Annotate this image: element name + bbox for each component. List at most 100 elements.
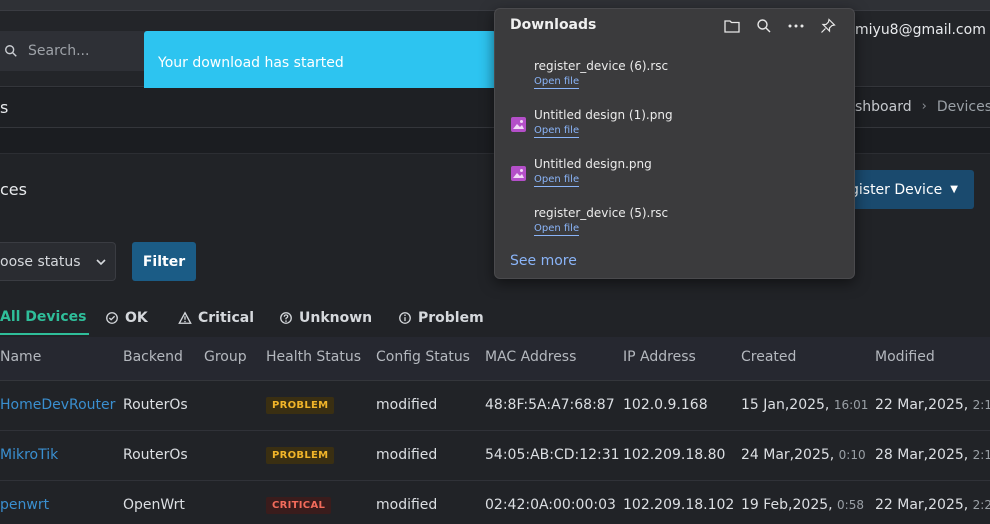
cell-mac: 54:05:AB:CD:12:31 (485, 447, 620, 463)
tab-critical[interactable]: Critical (178, 300, 254, 335)
cell-ip: 102.209.18.102 (623, 497, 735, 513)
download-item[interactable]: Untitled design (1).png Open file (495, 102, 856, 150)
breadcrumb-separator-icon: › (921, 99, 927, 114)
panel-title: ces (0, 180, 27, 199)
cell-config-status: modified (376, 397, 438, 413)
cell-config-status: modified (376, 447, 438, 463)
device-name-link[interactable]: MikroTik (0, 447, 58, 463)
cell-config-status: modified (376, 497, 438, 513)
downloads-toolbar (723, 17, 837, 35)
cell-modified: 28 Mar,2025, 2:18 (875, 447, 990, 463)
column-header-config-status[interactable]: Config Status (376, 349, 470, 365)
folder-icon[interactable] (723, 17, 741, 35)
tab-label: Problem (418, 309, 484, 326)
warning-triangle-icon (178, 310, 192, 324)
cell-created: 24 Mar,2025, 0:10 (741, 447, 866, 463)
modified-time: 2:18 (972, 448, 990, 462)
column-header-backend[interactable]: Backend (123, 349, 183, 365)
register-device-label: gister Device (850, 181, 943, 198)
download-file-name: register_device (6).rsc (534, 59, 669, 73)
modified-time: 2:23 (972, 498, 990, 512)
cell-backend: OpenWrt (123, 497, 185, 513)
open-file-link[interactable]: Open file (534, 174, 580, 187)
tab-label: Critical (198, 309, 255, 326)
cell-mac: 02:42:0A:00:00:03 (485, 497, 616, 513)
see-more-link[interactable]: See more (510, 253, 577, 269)
column-header-ip-address[interactable]: IP Address (623, 349, 696, 365)
download-item[interactable]: Untitled design.png Open file (495, 151, 856, 199)
tab-unknown[interactable]: Unknown (279, 300, 372, 335)
download-item[interactable]: register_device (5).rsc Open file (495, 200, 856, 248)
modified-date: 28 Mar,2025, (875, 447, 969, 463)
filter-button[interactable]: Filter (132, 242, 196, 281)
table-row: penwrt OpenWrt CRITICAL modified 02:42:0… (0, 481, 990, 524)
user-email[interactable]: miyu8@gmail.com (855, 22, 986, 38)
cell-backend: RouterOs (123, 447, 188, 463)
status-tabs: All Devices OK Critical Unknown Problem (0, 300, 990, 336)
tab-label: All Devices (0, 308, 87, 325)
tab-label: Unknown (299, 309, 373, 326)
download-item[interactable]: register_device (6).rsc Open file (495, 53, 856, 101)
question-circle-icon (280, 311, 292, 324)
created-time: 0:10 (838, 448, 866, 462)
column-header-created[interactable]: Created (741, 349, 796, 365)
image-file-icon (511, 117, 526, 132)
more-options-icon[interactable] (787, 17, 805, 35)
status-select[interactable]: oose status (0, 242, 116, 281)
tab-all-devices[interactable]: All Devices (0, 300, 89, 335)
cell-modified: 22 Mar,2025, 2:23 (875, 497, 990, 513)
check-circle-icon (106, 311, 118, 324)
downloads-panel: Downloads register_device (6).rsc Open f… (494, 8, 855, 279)
page-title: s (0, 98, 9, 117)
download-file-name: Untitled design.png (534, 157, 652, 171)
column-header-health-status[interactable]: Health Status (266, 349, 361, 365)
download-file-name: Untitled design (1).png (534, 108, 673, 122)
created-date: 19 Feb,2025, (741, 497, 833, 513)
pin-icon[interactable] (819, 17, 837, 35)
created-date: 15 Jan,2025, (741, 397, 830, 413)
chevron-down-icon: ▼ (950, 184, 958, 195)
breadcrumb: shboard › Devices (855, 99, 990, 115)
table-row: HomeDevRouter RouterOs PROBLEM modified … (0, 381, 990, 431)
info-circle-icon (399, 311, 411, 324)
chevron-down-icon (95, 258, 106, 265)
open-file-link[interactable]: Open file (534, 223, 580, 236)
column-header-name[interactable]: Name (0, 349, 41, 365)
health-status-badge: PROBLEM (266, 397, 335, 414)
cell-ip: 102.209.18.80 (623, 447, 726, 463)
table-row: MikroTik RouterOs PROBLEM modified 54:05… (0, 431, 990, 481)
modified-date: 22 Mar,2025, (875, 497, 969, 513)
breadcrumb-devices: Devices (936, 99, 990, 115)
register-device-button[interactable]: gister Device ▼ (850, 170, 974, 209)
search-box[interactable] (0, 31, 150, 71)
breadcrumb-dashboard[interactable]: shboard (855, 99, 912, 115)
image-file-icon (511, 166, 526, 181)
search-icon (5, 45, 17, 57)
open-file-link[interactable]: Open file (534, 125, 580, 138)
health-status-badge: PROBLEM (266, 447, 335, 464)
column-header-modified[interactable]: Modified (875, 349, 935, 365)
tab-ok[interactable]: OK (105, 300, 148, 335)
created-time: 16:01 (833, 398, 869, 412)
device-name-link[interactable]: HomeDevRouter (0, 397, 115, 413)
modified-time: 2:18 (972, 398, 990, 412)
cell-created: 19 Feb,2025, 0:58 (741, 497, 864, 513)
search-icon[interactable] (755, 17, 773, 35)
cell-backend: RouterOs (123, 397, 188, 413)
download-toast: Your download has started (144, 31, 496, 95)
tab-label: OK (125, 309, 148, 326)
health-status-badge: CRITICAL (266, 497, 332, 514)
cell-mac: 48:8F:5A:A7:68:87 (485, 397, 615, 413)
created-date: 24 Mar,2025, (741, 447, 835, 463)
search-input[interactable] (28, 43, 148, 59)
toast-message: Your download has started (158, 55, 344, 71)
tab-problem[interactable]: Problem (398, 300, 484, 335)
column-header-group[interactable]: Group (204, 349, 247, 365)
open-file-link[interactable]: Open file (534, 76, 580, 89)
device-name-link[interactable]: penwrt (0, 497, 49, 513)
cell-modified: 22 Mar,2025, 2:18 (875, 397, 990, 413)
modified-date: 22 Mar,2025, (875, 397, 969, 413)
created-time: 0:58 (837, 498, 864, 512)
column-header-mac-address[interactable]: MAC Address (485, 349, 576, 365)
status-select-value: oose status (0, 253, 81, 270)
